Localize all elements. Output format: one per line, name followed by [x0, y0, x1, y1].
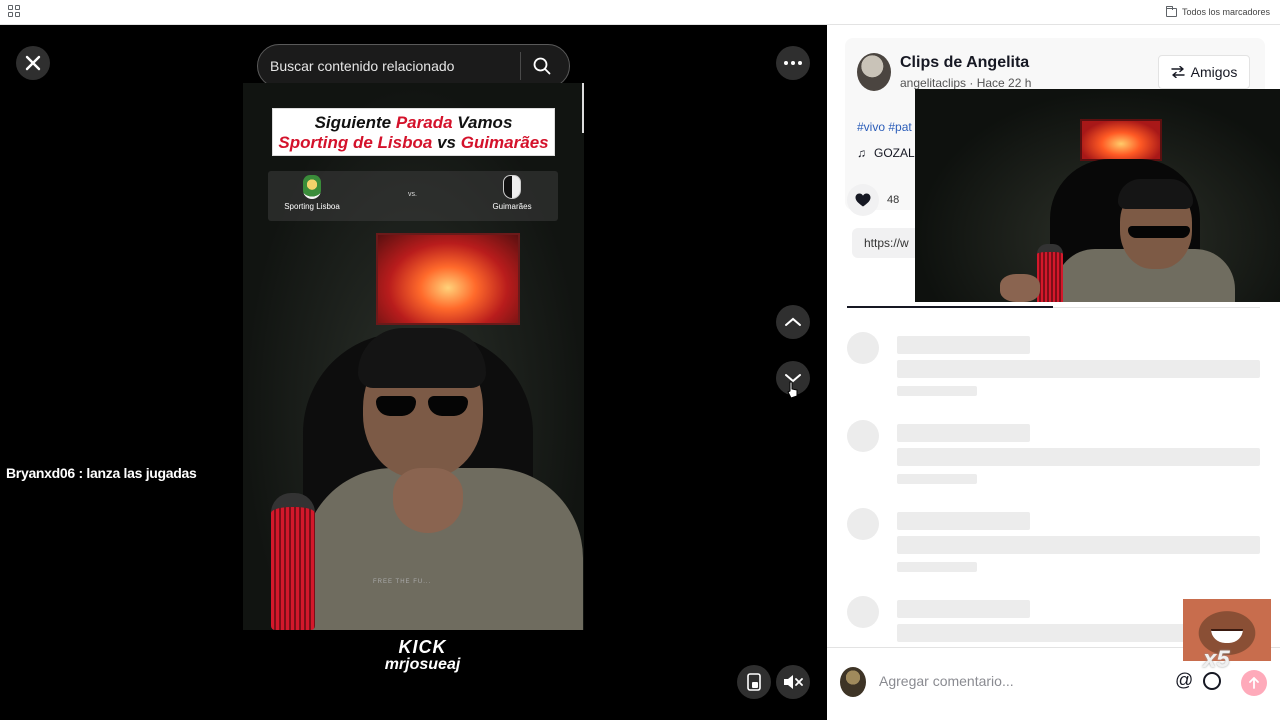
friends-label: Amigos: [1190, 64, 1238, 80]
skeleton-line: [897, 512, 1030, 530]
apps-grid-icon[interactable]: [8, 5, 20, 17]
skeleton-avatar: [847, 420, 879, 452]
skeleton-line: [897, 386, 977, 396]
emote-mouth: [1211, 629, 1243, 643]
streamer-webcam-overlay: [915, 89, 1280, 302]
emote-multiplier: x5: [1203, 646, 1230, 673]
match-card: Sporting Lisboa vs. Guimarães: [268, 171, 558, 221]
skeleton-line: [897, 536, 1260, 554]
floating-player-icon: [747, 673, 761, 691]
friends-button[interactable]: Amigos: [1158, 55, 1250, 89]
title-word-parada: Parada: [395, 113, 453, 132]
person-hand-image: [393, 468, 463, 533]
all-bookmarks-button[interactable]: Todos los marcadores: [1165, 4, 1270, 20]
webcam-hair-image: [1118, 179, 1193, 209]
heart-icon: [855, 193, 871, 207]
kick-watermark: KICK mrjosueaj: [380, 637, 465, 673]
speaker-muted-icon: [784, 675, 803, 689]
search-icon: [533, 57, 551, 75]
skeleton-avatar: [847, 596, 879, 628]
fireplace-image: [376, 233, 520, 325]
kick-brand: KICK: [398, 637, 447, 657]
like-count: 48: [887, 194, 900, 206]
sporting-crest-icon: [303, 175, 321, 199]
skeleton-line: [897, 360, 1260, 378]
skeleton-line: [897, 600, 1030, 618]
chevron-up-icon: [785, 317, 801, 326]
guimaraes-crest-icon: [503, 175, 521, 199]
person-hair-image: [358, 328, 486, 388]
emoji-icon[interactable]: [1203, 672, 1221, 690]
comment-skeleton: [847, 420, 1260, 490]
music-line[interactable]: ♫ GOZALO: [857, 146, 924, 160]
comment-skeleton: [847, 332, 1260, 402]
close-icon: [25, 55, 41, 71]
kick-username: mrjosueaj: [384, 656, 461, 673]
hand-cursor-icon: [787, 381, 798, 399]
video-title-banner: Siguiente Parada Vamos Sporting de Lisbo…: [272, 108, 555, 156]
bookmark-bar: Todos los marcadores: [0, 0, 1280, 25]
user-avatar: [840, 667, 866, 697]
related-search-box: [257, 44, 570, 88]
away-team: Guimarães: [472, 175, 552, 211]
sunglasses-image: [376, 396, 468, 416]
shirt-print-text: FREE THE FU...: [373, 579, 432, 585]
comment-input[interactable]: [879, 668, 1169, 694]
video-player: FREE THE FU... Siguiente Parada Vamos Sp…: [0, 25, 827, 720]
video-frame[interactable]: FREE THE FU... Siguiente Parada Vamos Sp…: [243, 83, 584, 630]
arrow-up-icon: [1249, 677, 1259, 689]
away-team-name: Guimarães: [492, 202, 532, 211]
webcam-sunglasses-image: [1128, 226, 1190, 238]
skeleton-line: [897, 336, 1030, 354]
title-team-home: Sporting de Lisboa: [278, 133, 433, 152]
swap-arrows-icon: [1170, 66, 1185, 78]
screen: Todos los marcadores FREE T: [0, 0, 1280, 720]
send-comment-button[interactable]: [1241, 670, 1267, 696]
skeleton-avatar: [847, 332, 879, 364]
like-button[interactable]: [847, 184, 879, 216]
close-button[interactable]: [16, 46, 50, 80]
webcam-fireplace-image: [1080, 119, 1162, 161]
frame-edge-line: [582, 83, 584, 133]
comment-skeleton: [847, 508, 1260, 578]
folder-icon: [1165, 5, 1177, 17]
chat-overlay-message: Bryanxd06 : lanza las jugadas: [6, 465, 197, 481]
skeleton-line: [897, 474, 977, 484]
skeleton-avatar: [847, 508, 879, 540]
home-team: Sporting Lisboa: [272, 175, 352, 211]
music-note-icon: ♫: [857, 146, 866, 160]
previous-video-button[interactable]: [776, 305, 810, 339]
hashtags[interactable]: #vivo #pat: [857, 120, 912, 134]
all-bookmarks-label: Todos los marcadores: [1181, 7, 1270, 17]
title-word-siguiente: Siguiente: [314, 113, 392, 132]
author-name[interactable]: Clips de Angelita: [900, 54, 1029, 72]
skeleton-line: [897, 448, 1260, 466]
title-team-away: Guimarães: [460, 133, 549, 152]
search-button[interactable]: [521, 45, 563, 87]
match-vs-label: vs.: [408, 191, 417, 198]
more-options-button[interactable]: [776, 46, 810, 80]
microphone-image: [271, 493, 315, 630]
floating-player-button[interactable]: [737, 665, 771, 699]
more-dots-icon: [784, 61, 802, 65]
author-meta: angelitaclips · Hace 22 h: [900, 76, 1032, 90]
title-word-vamos: Vamos: [457, 113, 513, 132]
home-team-name: Sporting Lisboa: [284, 202, 340, 211]
title-vs: vs: [437, 133, 456, 152]
skeleton-line: [897, 562, 977, 572]
author-avatar[interactable]: [857, 53, 891, 91]
mute-button[interactable]: [776, 665, 810, 699]
webcam-hand-image: [1000, 274, 1040, 302]
like-counter[interactable]: 48: [847, 184, 899, 216]
related-search-input[interactable]: [258, 58, 520, 74]
skeleton-line: [897, 424, 1030, 442]
webcam-microphone-image: [1037, 244, 1063, 302]
mention-at-icon[interactable]: @: [1175, 670, 1193, 691]
